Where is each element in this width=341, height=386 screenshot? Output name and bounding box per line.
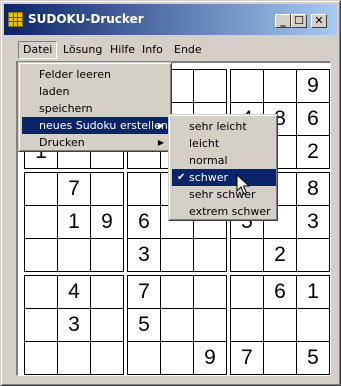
sudoku-cell-r7c8[interactable]: 6 <box>263 275 297 309</box>
sudoku-cell-r2c9[interactable]: 6 <box>296 102 330 136</box>
sudoku-cell-r8c5[interactable] <box>160 308 194 342</box>
menu-item-label: Drucken <box>39 136 85 149</box>
sudoku-cell-r7c3[interactable] <box>90 275 124 309</box>
menu-hilfe[interactable]: Hilfe <box>106 41 139 59</box>
menu-item-label: laden <box>39 85 70 98</box>
window-title: SUDOKU-Drucker <box>28 12 144 26</box>
submenu-arrow-icon: ▶ <box>157 138 164 147</box>
sudoku-cell-r1c8[interactable] <box>263 69 297 103</box>
sudoku-cell-r4c1[interactable] <box>24 172 58 206</box>
sudoku-cell-r8c1[interactable] <box>24 308 58 342</box>
sudoku-cell-r6c8[interactable]: 2 <box>263 238 297 272</box>
checkmark-icon: ✔ <box>177 172 186 183</box>
menu-item-label: Felder leeren <box>39 68 111 81</box>
menu-loesung[interactable]: Lösung <box>59 41 106 59</box>
sudoku-cell-r3c9[interactable]: 2 <box>296 135 330 169</box>
menu-item-laden[interactable]: laden <box>22 83 170 100</box>
menu-ende[interactable]: Ende <box>170 41 206 59</box>
sudoku-cell-r6c2[interactable] <box>57 238 91 272</box>
sudoku-cell-r7c5[interactable] <box>160 275 194 309</box>
sudoku-cell-r5c3[interactable]: 9 <box>90 205 124 239</box>
sudoku-cell-r9c8[interactable] <box>263 341 297 375</box>
sudoku-cell-r7c4[interactable]: 7 <box>127 275 161 309</box>
sudoku-cell-r8c8[interactable] <box>263 308 297 342</box>
menu-item-label: extrem schwer <box>189 205 271 218</box>
sudoku-cell-r7c9[interactable]: 1 <box>296 275 330 309</box>
sudoku-cell-r8c2[interactable]: 3 <box>57 308 91 342</box>
menu-item-schwer[interactable]: ✔ schwer <box>172 169 276 186</box>
sudoku-cell-r6c3[interactable] <box>90 238 124 272</box>
menu-item-label: normal <box>189 154 228 167</box>
sudoku-cell-r8c3[interactable] <box>90 308 124 342</box>
sudoku-cell-r7c6[interactable] <box>193 275 227 309</box>
sudoku-cell-r6c7[interactable] <box>230 238 264 272</box>
menu-item-label: leicht <box>189 137 220 150</box>
sudoku-cell-r7c2[interactable]: 4 <box>57 275 91 309</box>
sudoku-cell-r5c2[interactable]: 1 <box>57 205 91 239</box>
sudoku-cell-r9c6[interactable]: 9 <box>193 341 227 375</box>
menu-item-label: neues Sudoku erstellen <box>39 119 168 132</box>
sudoku-cell-r9c4[interactable] <box>127 341 161 375</box>
sudoku-cell-r9c1[interactable] <box>24 341 58 375</box>
menu-item-leicht[interactable]: leicht <box>172 135 276 152</box>
sudoku-cell-r4c2[interactable]: 7 <box>57 172 91 206</box>
title-bar[interactable]: SUDOKU-Drucker _ ☐ ✕ <box>4 4 337 35</box>
sudoku-cell-r1c9[interactable]: 9 <box>296 69 330 103</box>
submenu-arrow-icon: ▶ <box>157 121 164 130</box>
sudoku-cell-r9c2[interactable] <box>57 341 91 375</box>
close-button[interactable]: ✕ <box>311 14 327 28</box>
menu-bar: Datei Lösung Hilfe Info Ende <box>4 39 337 59</box>
sudoku-cell-r8c9[interactable] <box>296 308 330 342</box>
sudoku-cell-r6c5[interactable] <box>160 238 194 272</box>
maximize-button[interactable]: ☐ <box>291 14 307 28</box>
sudoku-cell-r4c3[interactable] <box>90 172 124 206</box>
sudoku-cell-r5c4[interactable]: 6 <box>127 205 161 239</box>
menu-item-sehr-schwer[interactable]: sehr schwer <box>172 186 276 203</box>
minimize-button[interactable]: _ <box>275 14 291 28</box>
sudoku-cell-r6c9[interactable] <box>296 238 330 272</box>
menu-info[interactable]: Info <box>138 41 167 59</box>
sudoku-cell-r9c5[interactable] <box>160 341 194 375</box>
sudoku-cell-r8c4[interactable]: 5 <box>127 308 161 342</box>
sudoku-cell-r9c7[interactable]: 7 <box>230 341 264 375</box>
sudoku-cell-r1c7[interactable] <box>230 69 264 103</box>
menu-item-normal[interactable]: normal <box>172 152 276 169</box>
sudoku-cell-r5c9[interactable]: 3 <box>296 205 330 239</box>
sudoku-cell-r1c6[interactable] <box>193 69 227 103</box>
menu-item-neues-sudoku[interactable]: neues Sudoku erstellen ▶ <box>22 117 170 134</box>
sudoku-cell-r7c1[interactable] <box>24 275 58 309</box>
sudoku-cell-r6c1[interactable] <box>24 238 58 272</box>
sudoku-cell-r4c9[interactable]: 8 <box>296 172 330 206</box>
menu-item-speichern[interactable]: speichern <box>22 100 170 117</box>
sudoku-cell-r5c1[interactable] <box>24 205 58 239</box>
menu-item-label: sehr leicht <box>189 120 247 133</box>
sudoku-app-icon[interactable] <box>8 12 23 27</box>
sudoku-cell-r8c7[interactable] <box>230 308 264 342</box>
sudoku-cell-r6c4[interactable]: 3 <box>127 238 161 272</box>
datei-menu: Felder leeren laden speichern neues Sudo… <box>18 62 172 152</box>
difficulty-submenu: sehr leicht leicht normal ✔ schwer sehr s… <box>168 114 278 221</box>
menu-item-sehr-leicht[interactable]: sehr leicht <box>172 118 276 135</box>
sudoku-cell-r6c6[interactable] <box>193 238 227 272</box>
menu-item-extrem-schwer[interactable]: extrem schwer <box>172 203 276 220</box>
menu-item-label: speichern <box>39 102 93 115</box>
sudoku-cell-r4c4[interactable] <box>127 172 161 206</box>
sudoku-cell-r9c9[interactable]: 5 <box>296 341 330 375</box>
mouse-cursor-icon <box>236 174 250 195</box>
menu-item-felder-leeren[interactable]: Felder leeren <box>22 66 170 83</box>
menu-item-label: schwer <box>189 171 229 184</box>
menu-datei[interactable]: Datei <box>18 41 58 59</box>
sudoku-cell-r7c7[interactable] <box>230 275 264 309</box>
menu-item-drucken[interactable]: Drucken ▶ <box>22 134 170 151</box>
sudoku-cell-r8c6[interactable] <box>193 308 227 342</box>
sudoku-cell-r9c3[interactable] <box>90 341 124 375</box>
